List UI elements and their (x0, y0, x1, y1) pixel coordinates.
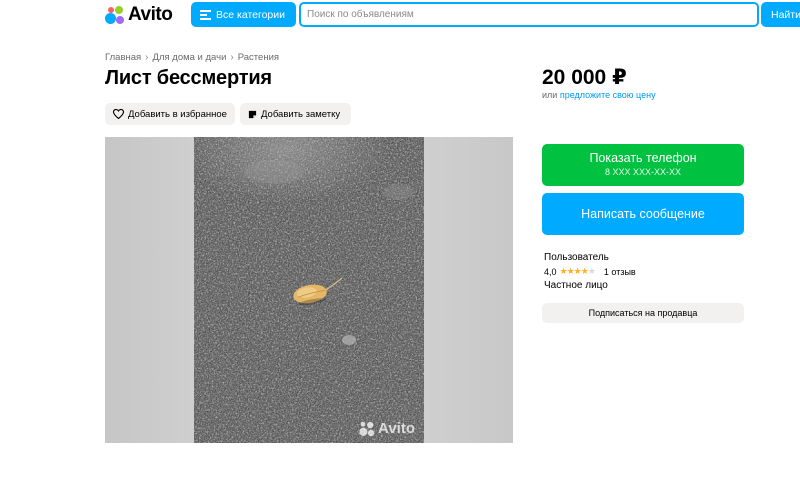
price-offer: или предложите свою цену (542, 90, 656, 100)
rating-stars: ★★★★★ (559, 266, 596, 277)
star-icon: ★ (573, 266, 582, 276)
breadcrumb-item-home[interactable]: Главная (105, 52, 141, 63)
rating-value: 4,0 (544, 266, 557, 277)
add-to-favorites-button[interactable]: Добавить в избранное (105, 103, 235, 125)
breadcrumb-separator-icon: › (145, 52, 149, 63)
star-icon: ★ (566, 266, 575, 276)
listing-title: Лист бессмертия (105, 67, 272, 89)
breadcrumb-item-home-garden[interactable]: Для дома и дачи (153, 52, 227, 63)
note-icon (248, 110, 257, 118)
all-categories-label: Все категории (216, 8, 285, 21)
avito-logo-icon (105, 5, 125, 25)
top-header: Avito Все категории Найти (0, 0, 800, 30)
search-field[interactable] (299, 2, 759, 27)
write-message-button[interactable]: Написать сообщение (542, 193, 744, 235)
offer-price-link[interactable]: предложите свою цену (560, 90, 656, 100)
avito-logo[interactable]: Avito (105, 4, 173, 26)
add-note-button[interactable]: Добавить заметку (240, 103, 351, 125)
search-input[interactable] (307, 9, 757, 20)
add-to-favorites-label: Добавить в избранное (128, 108, 227, 120)
price: 20 000 ₽ (542, 66, 627, 89)
masked-phone-number: 8 XXX XXX-XX-XX (604, 167, 682, 177)
gallery-blur-left (105, 137, 194, 443)
menu-icon (200, 10, 211, 20)
seller-type: Частное лицо (544, 280, 608, 291)
breadcrumb-item-plants[interactable]: Растения (238, 52, 279, 63)
listing-photo[interactable] (194, 137, 424, 443)
avito-watermark-icon (359, 421, 375, 436)
reviews-link[interactable]: 1 отзыв (604, 267, 636, 277)
seller-rating: 4,0 ★★★★★ 1 отзыв (544, 266, 636, 277)
logo-text: Avito (128, 4, 173, 25)
avito-watermark: Avito (359, 420, 415, 437)
subscribe-seller-button[interactable]: Подписаться на продавца (542, 303, 744, 323)
search-button[interactable]: Найти (761, 2, 800, 27)
star-icon: ★ (559, 266, 568, 276)
show-phone-button[interactable]: Показать телефон 8 XXX XXX-XX-XX (542, 144, 744, 186)
heart-icon (113, 109, 124, 119)
add-note-label: Добавить заметку (261, 108, 341, 120)
photo-gallery[interactable]: Avito (105, 137, 513, 443)
gallery-blur-right (424, 137, 513, 443)
price-offer-prefix: или (542, 90, 558, 100)
star-icon: ★ (580, 266, 589, 276)
all-categories-button[interactable]: Все категории (191, 2, 296, 27)
breadcrumb-separator-icon: › (230, 52, 234, 63)
show-phone-label: Показать телефон (589, 151, 697, 165)
seller-name[interactable]: Пользователь (544, 252, 609, 263)
star-icon: ★ (587, 266, 596, 276)
watermark-text: Avito (378, 420, 415, 437)
breadcrumb: Главная › Для дома и дачи › Растения (105, 52, 279, 63)
asphalt-leaf-image (194, 137, 424, 443)
